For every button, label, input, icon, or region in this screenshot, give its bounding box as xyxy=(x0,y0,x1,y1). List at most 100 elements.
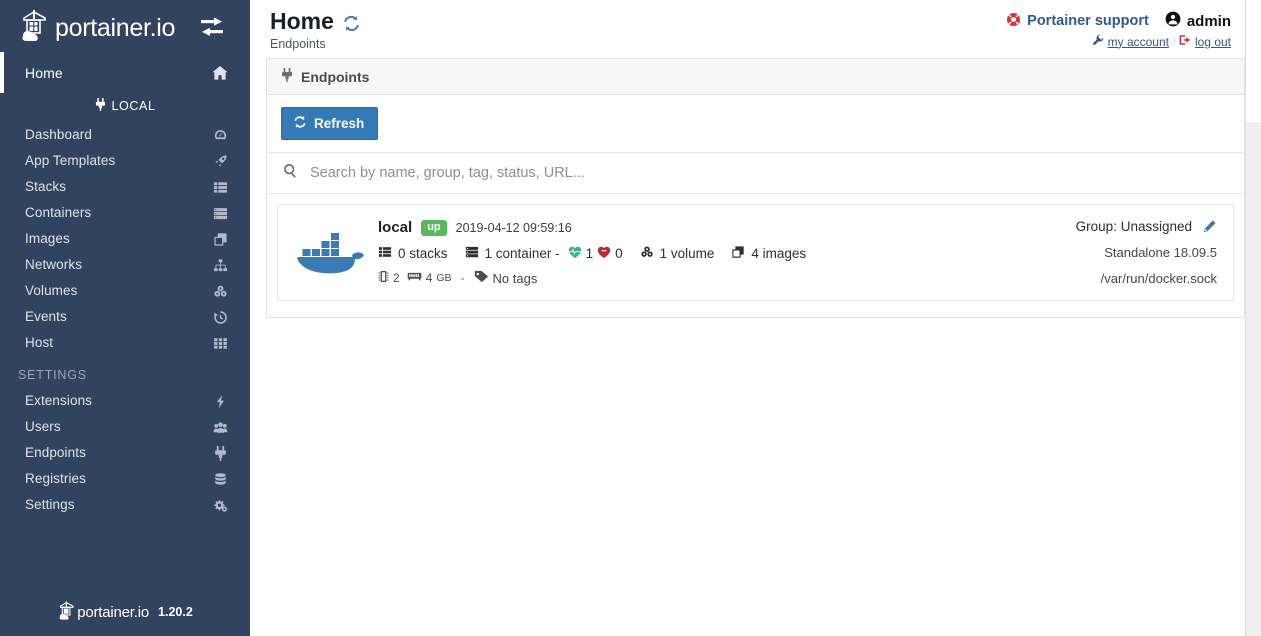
sidebar-item-containers[interactable]: Containers xyxy=(0,200,250,226)
th-grid-icon xyxy=(212,335,228,351)
portainer-crane-icon xyxy=(18,9,52,47)
sidebar-item-dashboard[interactable]: Dashboard xyxy=(0,122,250,148)
endpoint-engine-version: Standalone 18.09.5 xyxy=(1104,245,1217,260)
home-icon xyxy=(212,65,228,81)
user-menu[interactable]: admin xyxy=(1165,11,1231,31)
app-root: portainer.io Home LOCAL Dashboard App Te… xyxy=(0,0,1261,636)
stacks-stat: 0 stacks xyxy=(378,245,448,262)
database-icon xyxy=(212,471,228,487)
panel-actions: Refresh xyxy=(267,95,1244,153)
logout-label: log out xyxy=(1194,34,1231,49)
sidebar: portainer.io Home LOCAL Dashboard App Te… xyxy=(0,0,250,636)
memory-icon xyxy=(407,271,422,285)
sign-out-icon xyxy=(1179,34,1191,49)
sidebar-item-home[interactable]: Home xyxy=(0,52,250,93)
bolt-icon xyxy=(212,393,228,409)
main-content: Home Endpoints Portainer support admin m… xyxy=(250,0,1261,636)
endpoints-panel: Endpoints Refresh Search by name, group,… xyxy=(266,58,1245,318)
sidebar-item-settings[interactable]: Settings xyxy=(0,492,250,518)
refresh-circular-arrows-icon[interactable] xyxy=(342,12,361,31)
support-label: Portainer support xyxy=(1027,13,1149,29)
volumes-count-label: 1 volume xyxy=(659,246,715,261)
header-primary-row: Portainer support admin xyxy=(1006,11,1231,31)
sidebar-item-label: App Templates xyxy=(25,153,116,168)
sidebar-item-label: Dashboard xyxy=(25,127,92,142)
containers-stat: 1 container - 1 0 xyxy=(465,245,623,262)
endpoint-stats-row: 0 stacks 1 container - 1 0 1 volume 4 im… xyxy=(378,245,1017,262)
sidebar-item-users[interactable]: Users xyxy=(0,414,250,440)
scrollbar-thumb[interactable] xyxy=(1246,0,1261,122)
memory-stat: 4 GB xyxy=(407,271,452,285)
sidebar-item-label: Host xyxy=(25,335,54,350)
life-ring-icon xyxy=(1006,12,1021,31)
page-header-right: Portainer support admin my account log o… xyxy=(1006,8,1231,49)
endpoint-url: /var/run/docker.sock xyxy=(1100,271,1217,286)
user-name: admin xyxy=(1186,12,1231,30)
sidebar-item-images[interactable]: Images xyxy=(0,226,250,252)
history-clock-icon xyxy=(212,309,228,325)
volumes-stat: 1 volume xyxy=(640,245,715,262)
refresh-button-label: Refresh xyxy=(314,116,365,131)
containers-stopped-count: 0 xyxy=(615,246,623,261)
page-title: Home xyxy=(270,8,361,34)
sidebar-section-label: SETTINGS xyxy=(18,368,87,382)
refresh-button[interactable]: Refresh xyxy=(281,107,379,140)
endpoint-group-label: Group: Unassigned xyxy=(1075,219,1192,234)
sidebar-item-endpoints[interactable]: Endpoints xyxy=(0,440,250,466)
sidebar-section-local: LOCAL xyxy=(0,89,250,122)
sidebar-item-extensions[interactable]: Extensions xyxy=(0,388,250,414)
endpoint-card[interactable]: local up 2019-04-12 09:59:16 0 stacks 1 … xyxy=(277,204,1234,301)
clone-layers-icon xyxy=(731,245,745,262)
images-count-label: 4 images xyxy=(751,246,807,261)
pencil-edit-icon[interactable] xyxy=(1202,219,1217,234)
docker-whale-icon xyxy=(292,217,368,286)
page-scrollbar[interactable] xyxy=(1245,0,1261,636)
search-icon xyxy=(283,163,298,183)
my-account-link[interactable]: my account xyxy=(1092,34,1169,49)
exchange-arrows-icon[interactable] xyxy=(200,17,224,39)
sidebar-item-label: Registries xyxy=(25,471,87,486)
cpu-count-label: 2 xyxy=(393,271,400,285)
breadcrumb: Endpoints xyxy=(270,37,326,51)
sidebar-item-host[interactable]: Host xyxy=(0,330,250,356)
panel-title: Endpoints xyxy=(301,68,370,85)
sidebar-settings-list: Extensions Users Endpoints Registries Se… xyxy=(0,388,250,518)
portainer-support-link[interactable]: Portainer support xyxy=(1006,12,1149,31)
sidebar-item-label: Stacks xyxy=(25,179,67,194)
sidebar-item-label: Containers xyxy=(25,205,92,220)
sidebar-brand: portainer.io xyxy=(0,0,250,56)
sidebar-item-label: Settings xyxy=(25,497,75,512)
wrench-icon xyxy=(1092,34,1104,49)
my-account-label: my account xyxy=(1107,34,1169,49)
brand-name: portainer.io xyxy=(55,13,176,42)
header-secondary-row: my account log out xyxy=(1006,34,1231,49)
th-list-icon xyxy=(212,179,228,195)
sidebar-item-app-templates[interactable]: App Templates xyxy=(0,148,250,174)
containers-running-count: 1 xyxy=(585,246,594,261)
sidebar-item-label: Extensions xyxy=(25,393,93,408)
status-badge: up xyxy=(421,219,447,236)
server-icon xyxy=(465,245,479,262)
search-input[interactable] xyxy=(308,164,1230,182)
sidebar-item-label: Home xyxy=(25,64,63,81)
microchip-icon xyxy=(378,270,389,286)
plug-icon xyxy=(281,68,293,85)
sidebar-item-networks[interactable]: Networks xyxy=(0,252,250,278)
containers-count-label: 1 container - xyxy=(484,246,560,261)
hdd-cubes-icon xyxy=(640,245,654,262)
page-title-text: Home xyxy=(270,8,334,34)
footer-brand-name: portainer.io xyxy=(77,603,150,621)
panel-header: Endpoints xyxy=(267,59,1244,95)
endpoint-name: local xyxy=(378,219,413,236)
portainer-crane-icon xyxy=(57,600,77,624)
sidebar-section-settings: SETTINGS xyxy=(0,356,250,388)
sidebar-item-events[interactable]: Events xyxy=(0,304,250,330)
sidebar-item-registries[interactable]: Registries xyxy=(0,466,250,492)
cpu-stat: 2 xyxy=(378,270,400,286)
server-icon xyxy=(212,205,228,221)
stacks-count-label: 0 stacks xyxy=(398,246,448,261)
sidebar-item-stacks[interactable]: Stacks xyxy=(0,174,250,200)
logout-link[interactable]: log out xyxy=(1179,34,1231,49)
sidebar-item-volumes[interactable]: Volumes xyxy=(0,278,250,304)
sidebar-section-label: LOCAL xyxy=(111,99,156,113)
